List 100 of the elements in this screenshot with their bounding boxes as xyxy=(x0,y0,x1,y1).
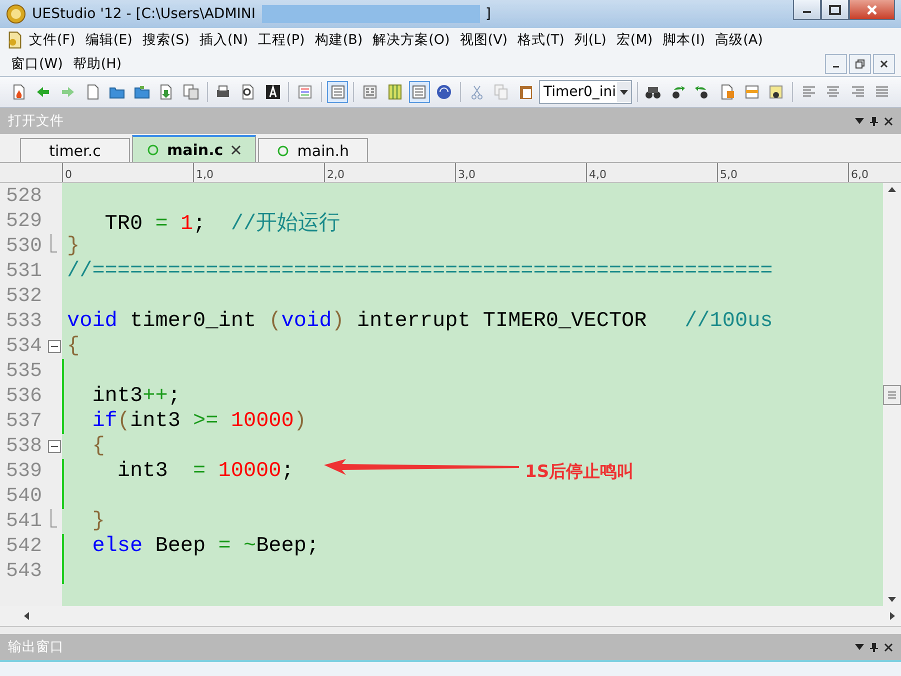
document-icon xyxy=(6,31,24,49)
line-number: 535 xyxy=(5,360,44,383)
ruler-number: 3,0 xyxy=(458,168,476,181)
line-number: 536 xyxy=(5,385,44,408)
code-line: int3++; xyxy=(91,385,180,408)
line-number: 539 xyxy=(5,460,44,483)
code-line: { xyxy=(91,435,105,458)
line-number: 531 xyxy=(5,260,44,283)
paste-icon xyxy=(518,84,534,100)
find-next-icon xyxy=(694,84,710,100)
columns-icon xyxy=(386,84,403,100)
menu-item[interactable]: 解决方案(O) xyxy=(368,31,455,49)
folder-icon xyxy=(134,84,150,100)
pin-icon[interactable] xyxy=(870,642,878,652)
line-number: 542 xyxy=(5,535,44,558)
print-icon xyxy=(215,84,232,100)
code-line: int3 = 10000; xyxy=(116,460,294,483)
line-number: 530 xyxy=(5,235,44,258)
fold-toggle-icon[interactable] xyxy=(48,340,60,353)
panel-title: 打开文件 xyxy=(8,112,65,130)
line-number: 533 xyxy=(5,310,44,333)
code-line: else Beep = ~Beep; xyxy=(91,535,320,558)
bookmark-icon xyxy=(719,84,736,100)
ruler-number: 6,0 xyxy=(851,168,868,181)
file-tab[interactable]: main.h xyxy=(258,138,368,162)
forward-icon xyxy=(60,84,76,100)
menu-item[interactable]: 文件(F) xyxy=(24,31,80,49)
menu-item[interactable]: 搜索(S) xyxy=(137,31,194,49)
copy-files-icon xyxy=(182,84,199,100)
menu-item[interactable]: 视图(V) xyxy=(454,31,513,49)
bookmarks-icon xyxy=(744,84,760,100)
menu-item[interactable]: 列(L) xyxy=(569,31,612,49)
horizontal-scrollbar[interactable] xyxy=(0,606,901,627)
minimize-button[interactable] xyxy=(793,0,821,20)
code-line: if(int3 >= 10000) xyxy=(91,410,306,433)
line-number: 538 xyxy=(5,435,44,458)
minimize-button[interactable] xyxy=(825,54,847,74)
file-tab[interactable]: timer.c xyxy=(20,138,130,162)
menu-item[interactable]: 脚本(I) xyxy=(658,31,710,49)
restore-button[interactable] xyxy=(849,54,871,74)
ruler-number: 0 xyxy=(65,168,72,181)
panel-title: 输出窗口 xyxy=(8,638,65,656)
window-title: UEStudio '12 - [C:\Users\ADMINI xyxy=(32,6,256,22)
menu-item[interactable]: 帮助(H) xyxy=(68,55,127,73)
pin-icon[interactable] xyxy=(870,116,878,126)
line-number: 541 xyxy=(5,510,44,533)
list-view-icon xyxy=(411,84,428,100)
word-wrap-button[interactable] xyxy=(326,81,348,103)
maximize-icon xyxy=(829,4,841,14)
close-button[interactable] xyxy=(873,54,895,74)
menu-item[interactable]: 插入(N) xyxy=(194,31,254,49)
color-lines-icon xyxy=(297,84,314,100)
ruler-number: 1,0 xyxy=(196,168,214,181)
print-preview-icon xyxy=(240,84,256,100)
fold-toggle-icon[interactable] xyxy=(48,440,60,453)
line-number: 540 xyxy=(5,485,44,508)
copy-icon xyxy=(493,84,510,100)
scroll-left-icon[interactable] xyxy=(24,612,29,620)
line-number: 532 xyxy=(5,285,44,308)
scroll-down-icon[interactable] xyxy=(888,597,896,602)
arrow-icon xyxy=(324,459,519,475)
new-file-icon xyxy=(84,84,101,100)
menu-item[interactable]: 窗口(W) xyxy=(6,55,68,73)
close-icon[interactable] xyxy=(884,116,893,126)
close-icon[interactable] xyxy=(884,642,893,652)
app-logo-icon xyxy=(6,4,26,24)
file-tab[interactable]: main.c xyxy=(132,135,256,162)
back-icon xyxy=(35,84,52,100)
word-wrap-icon xyxy=(330,84,346,100)
close-button[interactable] xyxy=(849,0,895,20)
list-view-button[interactable] xyxy=(408,81,430,103)
ruler-number: 4,0 xyxy=(589,168,606,181)
cut-icon xyxy=(468,84,485,100)
restore-icon xyxy=(855,59,865,69)
ruler-number: 5,0 xyxy=(720,168,738,181)
function-combo[interactable]: Timer0_ini xyxy=(539,80,632,104)
ruler-number: 2,0 xyxy=(327,168,344,181)
menu-item[interactable]: 格式(T) xyxy=(512,31,570,49)
dropdown-arrow-icon[interactable] xyxy=(855,118,864,124)
scroll-up-icon[interactable] xyxy=(888,187,896,192)
grip-icon xyxy=(887,390,897,398)
dropdown-arrow-icon xyxy=(620,90,628,94)
menu-item[interactable]: 构建(B) xyxy=(310,31,368,49)
close-icon[interactable] xyxy=(231,144,242,154)
menu-item[interactable]: 工程(P) xyxy=(253,31,310,49)
fire-icon xyxy=(10,84,27,100)
menu-item[interactable]: 宏(M) xyxy=(611,31,658,49)
dropdown-arrow-icon[interactable] xyxy=(855,644,864,650)
line-number: 537 xyxy=(5,410,44,433)
maximize-button[interactable] xyxy=(821,0,849,20)
code-editor[interactable] xyxy=(62,183,883,606)
code-line: void timer0_int (void) interrupt TIMER0_VECTOR //100us xyxy=(67,310,773,333)
close-icon xyxy=(866,4,878,16)
hex-edit-icon xyxy=(362,84,378,100)
scroll-thumb[interactable] xyxy=(883,384,901,404)
save-icon xyxy=(158,84,174,100)
menu-item[interactable]: 编辑(E) xyxy=(80,31,138,49)
scroll-right-icon[interactable] xyxy=(890,612,895,620)
annotation-text: 1S后停止鸣叫 xyxy=(525,461,634,483)
menu-item[interactable]: 高级(A) xyxy=(710,31,768,49)
